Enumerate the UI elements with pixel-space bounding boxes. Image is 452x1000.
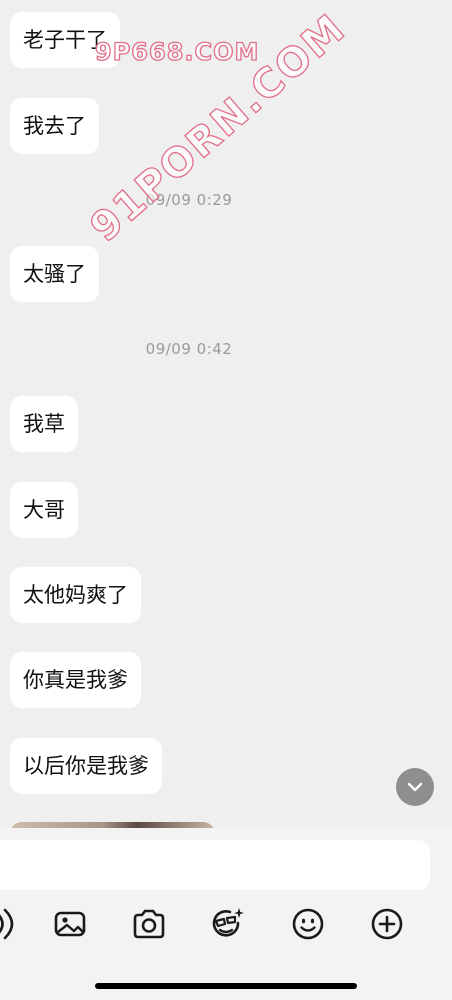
- voice-icon[interactable]: [0, 904, 20, 944]
- sticker-icon[interactable]: [207, 904, 247, 944]
- message-bubble[interactable]: 太他妈爽了: [10, 567, 141, 623]
- message-bubble[interactable]: 老子干了: [10, 12, 120, 68]
- home-indicator: [95, 983, 357, 989]
- timestamp: 09/09 0:29: [145, 191, 233, 209]
- message-bubble[interactable]: 太骚了: [10, 246, 99, 302]
- chevron-down-icon: [407, 782, 423, 792]
- message-bubble[interactable]: 以后你是我爹: [10, 738, 162, 794]
- timestamp: 09/09 0:42: [145, 340, 233, 358]
- message-list[interactable]: 老子干了 我去了 09/09 0:29 太骚了 09/09 0:42 我草 大哥…: [0, 0, 452, 830]
- camera-icon[interactable]: [129, 904, 169, 944]
- scroll-to-bottom-button[interactable]: [396, 768, 434, 806]
- plus-icon[interactable]: [367, 904, 407, 944]
- composer: [0, 828, 452, 1000]
- message-bubble[interactable]: 大哥: [10, 482, 78, 538]
- message-bubble[interactable]: 我去了: [10, 98, 99, 154]
- message-input[interactable]: [0, 840, 430, 890]
- message-bubble[interactable]: 你真是我爹: [10, 652, 141, 708]
- emoji-icon[interactable]: [288, 904, 328, 944]
- image-icon[interactable]: [50, 904, 90, 944]
- message-bubble[interactable]: 我草: [10, 396, 78, 452]
